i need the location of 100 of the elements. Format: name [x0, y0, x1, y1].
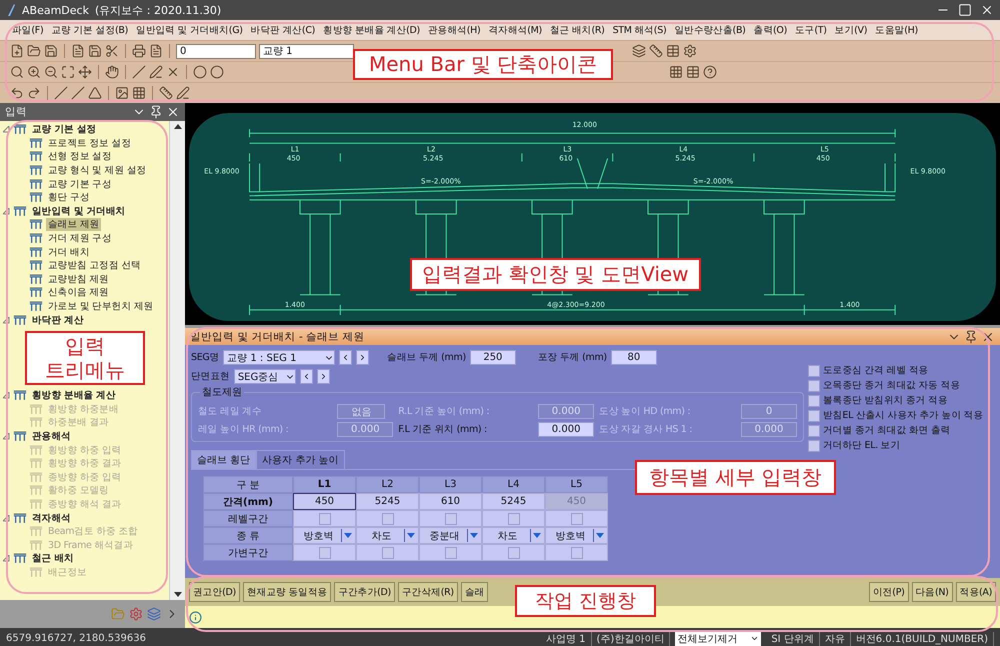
tree-item[interactable]: 교량받침 제원 — [46, 272, 111, 286]
action-button[interactable]: 구간추가(D) — [334, 582, 395, 602]
save-icon[interactable] — [88, 44, 102, 58]
pin-icon[interactable] — [149, 105, 163, 119]
dropdown-cell[interactable]: 차도 — [482, 527, 545, 544]
document-icon[interactable] — [149, 44, 163, 58]
action-button[interactable]: 다음(N) — [912, 582, 953, 602]
menu-item[interactable]: 격자해석(M) — [484, 24, 546, 36]
scissors-icon[interactable] — [105, 44, 119, 58]
document-icon[interactable] — [71, 44, 85, 58]
menu-item[interactable]: 관용해석(H) — [424, 24, 484, 36]
image-icon[interactable] — [115, 86, 129, 100]
checkbox[interactable] — [808, 394, 820, 406]
tree-item[interactable]: 교량받침 고정점 선택 — [46, 259, 143, 272]
line-icon[interactable] — [132, 65, 146, 79]
scroll-down-arrow-icon[interactable] — [174, 592, 182, 597]
table-icon[interactable] — [686, 65, 700, 79]
checkbox[interactable] — [808, 424, 820, 436]
checkbox[interactable] — [508, 546, 520, 558]
input-cell[interactable]: 5245 — [482, 493, 545, 510]
scroll-up-arrow-icon[interactable] — [174, 124, 182, 129]
input-field[interactable]: 0.000 — [538, 422, 594, 437]
previous-button[interactable] — [300, 369, 313, 384]
menu-item[interactable]: 도움말(H) — [871, 24, 922, 36]
save-icon[interactable] — [44, 44, 58, 58]
menu-item[interactable]: 철근 배치(R) — [546, 24, 609, 36]
zoom-extents-icon[interactable] — [61, 65, 75, 79]
dropdown-cell[interactable]: 중분대 — [419, 527, 482, 544]
dropdown-cell[interactable]: 차도 — [356, 527, 419, 544]
checkbox[interactable] — [570, 546, 582, 558]
dropdown-cell[interactable]: 방호벽 — [293, 527, 356, 544]
bridge-combo[interactable]: 교량 1 — [259, 44, 354, 58]
tree-item[interactable]: 격자해석 — [30, 512, 73, 525]
menu-item[interactable]: 파일(F) — [8, 24, 48, 36]
search-icon[interactable] — [10, 65, 24, 79]
printer-icon[interactable] — [132, 44, 146, 58]
line-icon[interactable] — [54, 86, 68, 100]
action-button[interactable]: 현재교량 동일적용 — [242, 582, 332, 602]
tree-item[interactable]: 선형 정보 설정 — [46, 150, 114, 164]
menu-item[interactable]: 일반수량산출(B) — [670, 24, 750, 36]
checkbox[interactable] — [444, 546, 456, 558]
scrollbar[interactable] — [169, 121, 185, 600]
action-button[interactable]: 적용(A) — [956, 582, 996, 602]
tree-item[interactable]: 프로젝트 정보 설정 — [46, 136, 134, 150]
zoom-out-icon[interactable] — [44, 65, 58, 79]
tab[interactable]: 사용자 추가 높이 — [256, 450, 345, 469]
previous-button[interactable] — [339, 350, 352, 365]
help-icon[interactable] — [703, 65, 717, 79]
cross-icon[interactable] — [166, 65, 180, 79]
close-icon[interactable] — [980, 3, 994, 17]
column-header[interactable]: L1 — [293, 476, 356, 493]
input-cell[interactable]: 5245 — [356, 493, 419, 510]
maximize-icon[interactable] — [958, 3, 972, 17]
checkbox[interactable] — [318, 512, 330, 524]
tab[interactable]: 슬래브 횡단 — [191, 450, 256, 469]
tree-item[interactable]: 관용해석 — [30, 430, 73, 443]
tree-item[interactable]: 바닥판 계산 — [30, 314, 86, 327]
menu-item[interactable]: 일반입력 및 거더배치(G) — [132, 24, 247, 36]
menu-item[interactable]: 횡방향 분배율 계산(D) — [319, 24, 424, 36]
tree-item[interactable]: 교량 기본 구성 — [46, 178, 114, 191]
column-header[interactable]: L2 — [356, 476, 419, 493]
zoom-in-icon[interactable] — [27, 65, 41, 79]
checkbox[interactable] — [382, 512, 394, 524]
new-file-icon[interactable] — [10, 44, 24, 58]
view-combo[interactable]: 전체보기제거 — [675, 631, 762, 646]
checkbox[interactable] — [382, 546, 394, 558]
input-cell[interactable]: 610 — [419, 493, 482, 510]
checkbox[interactable] — [808, 410, 820, 422]
column-header[interactable]: L4 — [482, 476, 545, 493]
pin-icon[interactable] — [964, 330, 978, 344]
menu-item[interactable]: 도구(T) — [790, 24, 831, 36]
open-folder-icon[interactable] — [27, 44, 41, 58]
move-icon[interactable] — [78, 65, 92, 79]
input-cell[interactable]: 450 — [293, 493, 356, 510]
action-button[interactable]: 구간삭제(R) — [398, 582, 458, 602]
menu-item[interactable]: 교량 기본 설정(B) — [47, 24, 132, 36]
column-header[interactable]: L3 — [419, 476, 482, 493]
checkbox[interactable] — [808, 364, 820, 376]
checkbox[interactable] — [444, 512, 456, 524]
action-button[interactable]: 이전(P) — [868, 582, 909, 602]
close-icon[interactable] — [166, 105, 180, 119]
tree-item[interactable]: 교량 형식 및 제원 설정 — [46, 164, 148, 178]
checkbox[interactable] — [318, 546, 330, 558]
ruler-icon[interactable] — [649, 44, 663, 58]
action-button[interactable]: 슬래 — [460, 582, 488, 602]
tree-item[interactable]: 횡단 구성 — [46, 191, 92, 204]
expander-triangle-icon[interactable] — [3, 126, 10, 134]
seg-combo[interactable]: 교량 1 : SEG 1 — [223, 350, 336, 365]
table-icon[interactable] — [666, 44, 680, 58]
ruler-icon[interactable] — [159, 86, 173, 100]
menu-item[interactable]: STM 해석(S) — [608, 24, 670, 36]
action-button[interactable]: 권고안(D) — [189, 582, 240, 602]
menu-item[interactable]: 바닥판 계산(C) — [246, 24, 320, 36]
tree-item[interactable]: 일반입력 및 거더배치 — [30, 204, 128, 218]
tree-item[interactable]: 슬래브 제원 — [46, 218, 102, 232]
tree-item[interactable]: 거더 제원 구성 — [46, 232, 114, 246]
pen-icon[interactable] — [149, 65, 163, 79]
grid-icon[interactable] — [669, 65, 683, 79]
column-header[interactable]: L5 — [545, 476, 608, 493]
checkbox[interactable] — [508, 512, 520, 524]
